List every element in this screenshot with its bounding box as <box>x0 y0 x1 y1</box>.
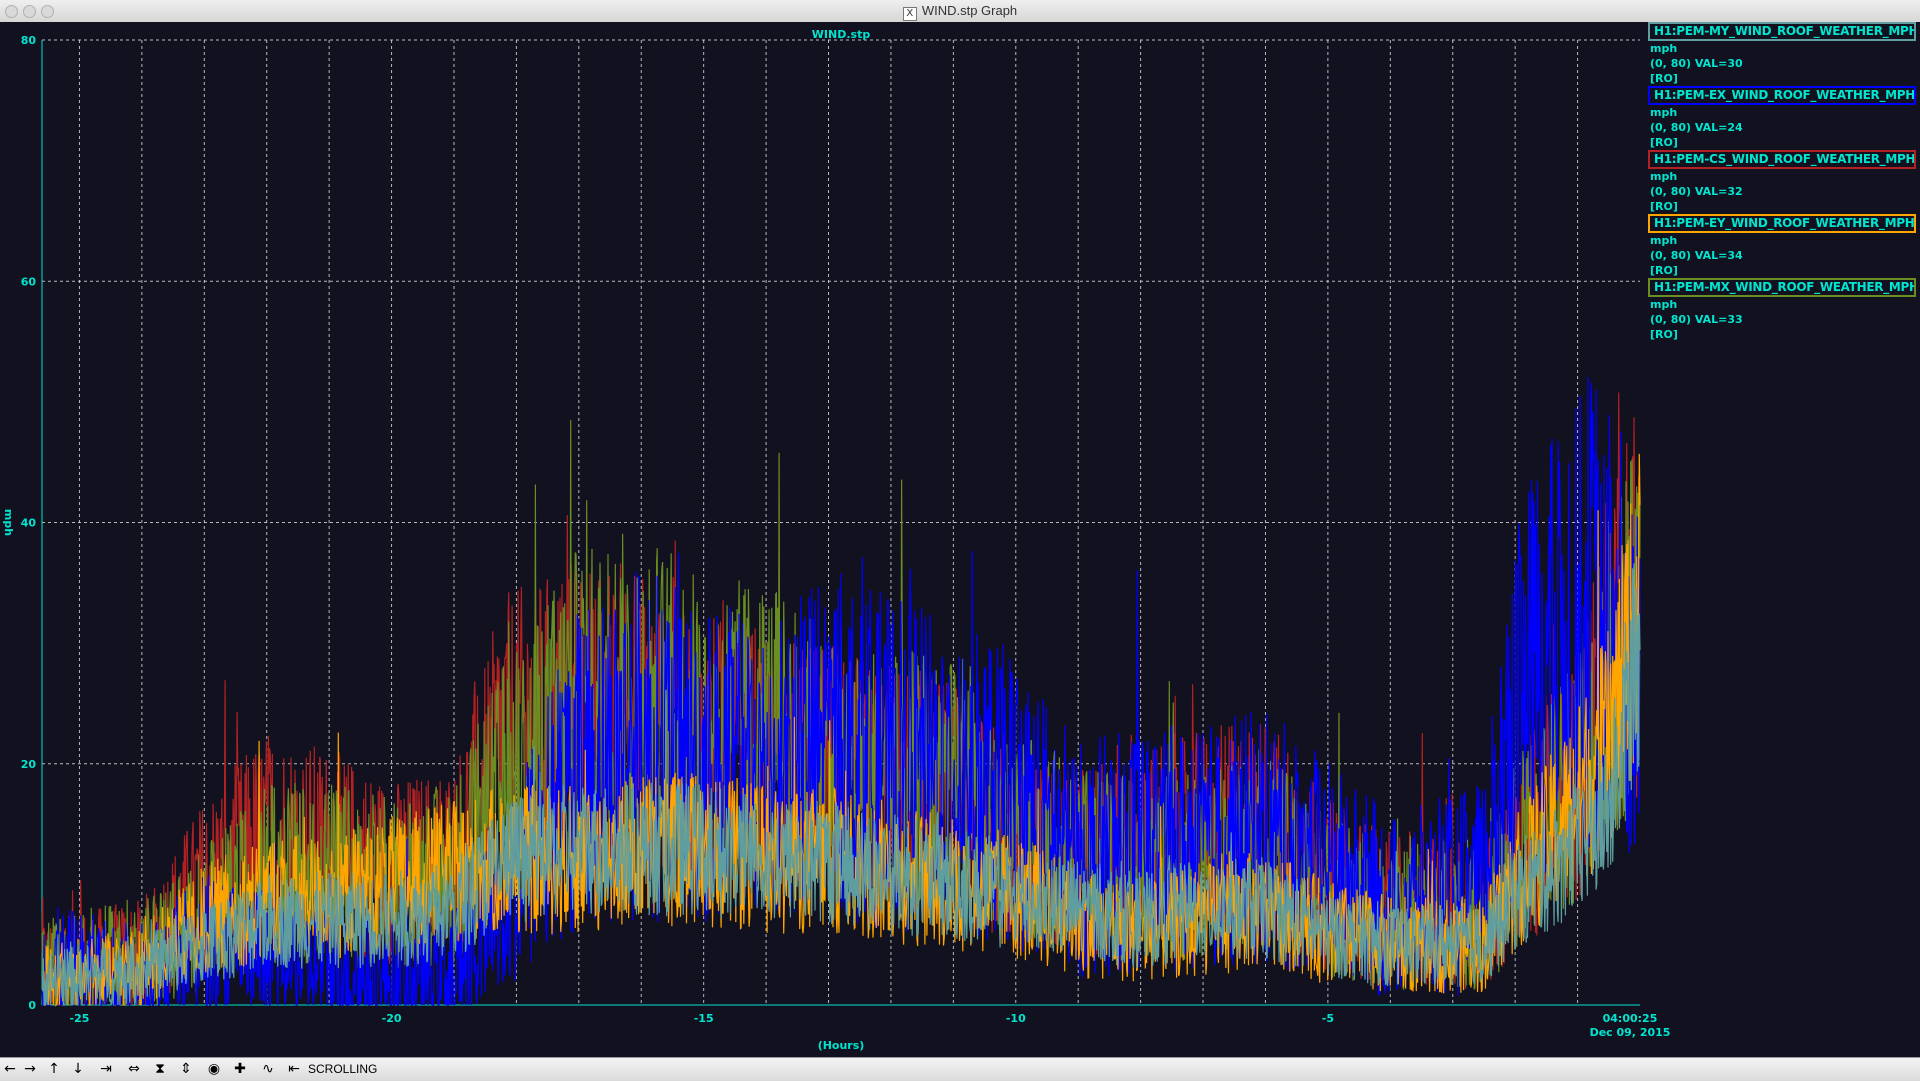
y-tick-label: 40 <box>21 517 37 530</box>
pan-right-icon[interactable]: → <box>20 1061 40 1077</box>
legend-entry[interactable]: H1:PEM-MX_WIND_ROOF_WEATHER_MPH mph (0, … <box>1648 278 1916 342</box>
wind-chart[interactable]: -25 -20 -15 -10 -5 0 20 40 60 80 04:00:25Dec 09, 2… <box>0 22 1920 1057</box>
window-titlebar: X WIND.stp Graph <box>0 0 1920 23</box>
add-icon[interactable]: ✚ <box>230 1061 250 1077</box>
x-axis-label: (Hours) <box>818 1039 865 1052</box>
legend-entry[interactable]: H1:PEM-EY_WIND_ROOF_WEATHER_MPH mph (0, … <box>1648 214 1916 278</box>
legend-entry[interactable]: H1:PEM-EX_WIND_ROOF_WEATHER_MPH mph (0, … <box>1648 86 1916 150</box>
legend-range: (0, 80) VAL=30 <box>1650 57 1743 70</box>
y-tick-label: 60 <box>21 275 37 288</box>
x-tick-label: -15 <box>694 1012 714 1025</box>
legend-unit: mph <box>1650 170 1678 183</box>
legend-mode: [RO] <box>1650 200 1678 213</box>
x-end-date-label: Dec 09, 2015 <box>1590 1026 1671 1039</box>
fft-icon[interactable]: ∿ <box>258 1061 278 1077</box>
pan-down-icon[interactable]: ↓ <box>68 1061 88 1077</box>
y-tick-label: 0 <box>28 999 36 1012</box>
x-end-time-label: 04:00:25 <box>1603 1012 1658 1025</box>
legend-unit: mph <box>1650 298 1678 311</box>
legend-unit: mph <box>1650 106 1678 119</box>
legend-mode: [RO] <box>1650 136 1678 149</box>
legend-range: (0, 80) VAL=33 <box>1650 313 1743 326</box>
y-axis-label: mph <box>2 509 15 536</box>
legend-mode: [RO] <box>1650 72 1678 85</box>
window-title: WIND.stp Graph <box>921 3 1018 18</box>
chart-title: WIND.stp <box>812 28 871 41</box>
window-title-container: X WIND.stp Graph <box>0 3 1920 21</box>
legend-range: (0, 80) VAL=24 <box>1650 121 1743 134</box>
pan-up-icon[interactable]: ↑ <box>44 1061 64 1077</box>
zoom-y-in-icon[interactable]: ⧗ <box>150 1061 170 1077</box>
legend-unit: mph <box>1650 42 1678 55</box>
x-tick-label: -20 <box>382 1012 402 1025</box>
zoom-x-in-icon[interactable]: ⇥ <box>96 1061 116 1077</box>
legend-mode: [RO] <box>1650 264 1678 277</box>
legend-channel-name[interactable]: H1:PEM-CS_WIND_ROOF_WEATHER_MPH <box>1648 150 1916 169</box>
zoom-y-out-icon[interactable]: ⇕ <box>176 1061 196 1077</box>
toolbar: ← → ↑ ↓ ⇥ ⇔ ⧗ ⇕ ◉ ✚ ∿ ⇤ SCROLLING <box>0 1057 1920 1081</box>
back-icon[interactable]: ⇤ <box>284 1061 304 1077</box>
legend-unit: mph <box>1650 234 1678 247</box>
reset-icon[interactable]: ◉ <box>204 1061 224 1077</box>
x-tick-label: -10 <box>1006 1012 1026 1025</box>
y-tick-label: 20 <box>21 758 37 771</box>
legend-range: (0, 80) VAL=32 <box>1650 185 1743 198</box>
pan-left-icon[interactable]: ← <box>0 1061 20 1077</box>
legend: H1:PEM-MY_WIND_ROOF_WEATHER_MPH mph (0, … <box>1648 22 1916 342</box>
x11-app-icon: X <box>902 7 917 21</box>
legend-channel-name[interactable]: H1:PEM-EY_WIND_ROOF_WEATHER_MPH <box>1648 214 1916 233</box>
mode-label: SCROLLING <box>308 1062 378 1076</box>
legend-channel-name[interactable]: H1:PEM-MX_WIND_ROOF_WEATHER_MPH <box>1648 278 1916 297</box>
legend-range: (0, 80) VAL=34 <box>1650 249 1743 262</box>
legend-mode: [RO] <box>1650 328 1678 341</box>
x-tick-label: -5 <box>1322 1012 1334 1025</box>
y-tick-label: 80 <box>21 34 37 47</box>
legend-entry[interactable]: H1:PEM-CS_WIND_ROOF_WEATHER_MPH mph (0, … <box>1648 150 1916 214</box>
zoom-x-out-icon[interactable]: ⇔ <box>124 1061 144 1077</box>
plot-area[interactable]: -25 -20 -15 -10 -5 0 20 40 60 80 04:00:25 Dec 09, 2… <box>0 22 1920 1057</box>
legend-channel-name[interactable]: H1:PEM-MY_WIND_ROOF_WEATHER_MPH <box>1648 22 1916 41</box>
legend-entry[interactable]: H1:PEM-MY_WIND_ROOF_WEATHER_MPH mph (0, … <box>1648 22 1916 86</box>
legend-channel-name[interactable]: H1:PEM-EX_WIND_ROOF_WEATHER_MPH <box>1648 86 1916 105</box>
x-tick-label: -25 <box>70 1012 90 1025</box>
